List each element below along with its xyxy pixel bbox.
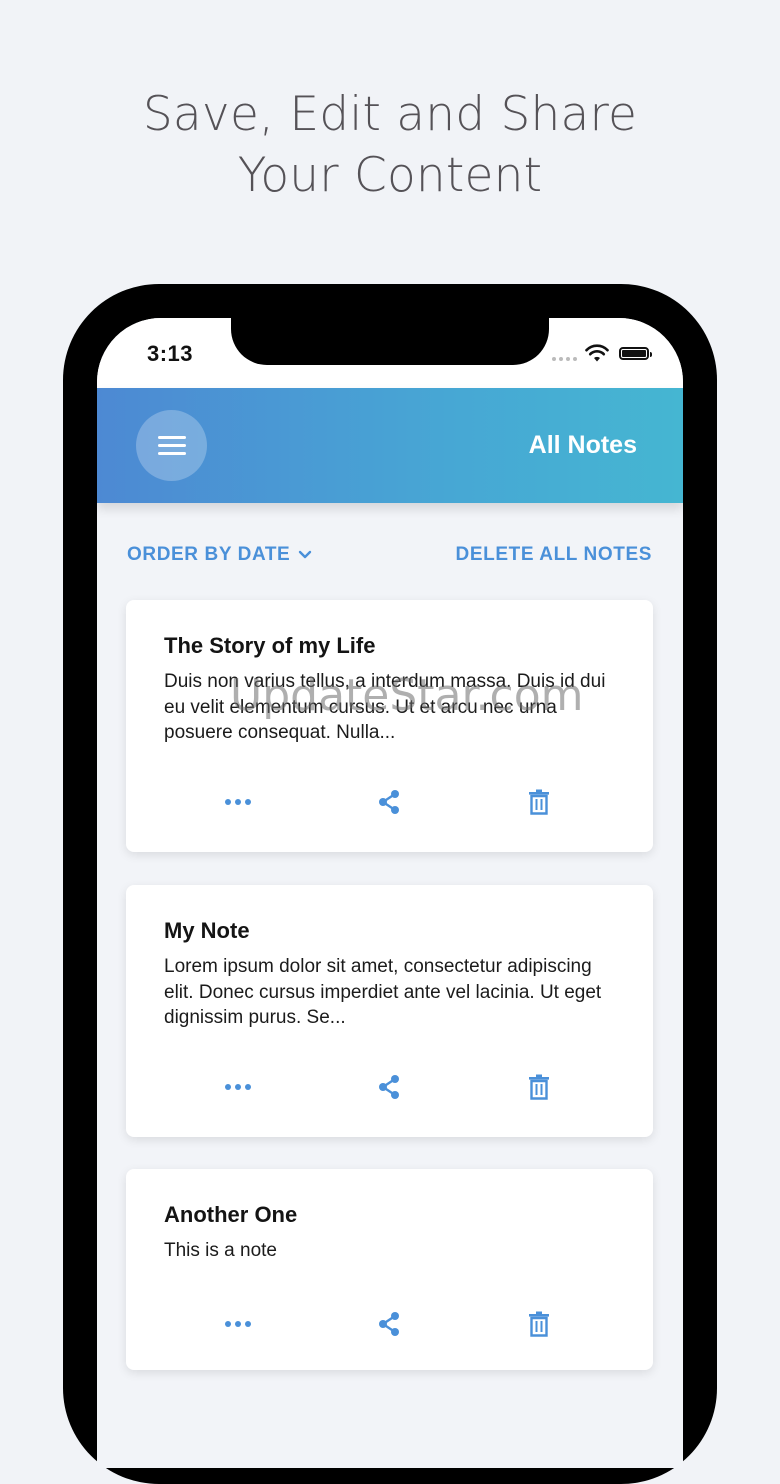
phone-screen: 3:13 All Notes ORDER BY DATE DELETE ALL …: [97, 318, 683, 1468]
share-icon: [379, 790, 399, 814]
status-time: 3:13: [147, 341, 194, 366]
note-actions: [126, 1072, 653, 1102]
share-button[interactable]: [374, 787, 404, 817]
cellular-signal-icon: [552, 357, 577, 361]
more-options-button[interactable]: [223, 1072, 253, 1102]
more-dots-icon: [225, 1321, 251, 1327]
headline: Save, Edit and Share Your Content: [0, 84, 780, 206]
more-options-button[interactable]: [223, 1309, 253, 1339]
note-preview: This is a note: [164, 1240, 277, 1261]
chevron-down-icon: [299, 550, 312, 559]
wifi-icon: [585, 344, 609, 362]
hamburger-menu-icon: [157, 435, 186, 456]
battery-icon: [619, 347, 652, 360]
note-actions: [126, 787, 653, 817]
note-preview: Duis non varius tellus, a interdum massa…: [164, 671, 606, 743]
delete-all-notes-button[interactable]: DELETE ALL NOTES: [456, 544, 652, 566]
note-title: The Story of my Life: [164, 633, 376, 658]
page-title: All Notes: [528, 431, 637, 459]
more-dots-icon: [225, 799, 251, 805]
order-by-label: ORDER BY DATE: [127, 544, 291, 565]
more-options-button[interactable]: [223, 787, 253, 817]
app-header: All Notes: [97, 388, 683, 503]
note-title: Another One: [164, 1202, 298, 1227]
delete-button[interactable]: [524, 787, 554, 817]
note-preview: Lorem ipsum dolor sit amet, consectetur …: [164, 956, 602, 1028]
headline-line-1: Save, Edit and Share: [142, 87, 638, 142]
menu-button[interactable]: [136, 410, 207, 481]
note-title: My Note: [164, 918, 250, 943]
note-card[interactable]: The Story of my Life Duis non varius tel…: [126, 600, 653, 852]
share-button[interactable]: [374, 1309, 404, 1339]
notch: [231, 318, 549, 365]
headline-line-2: Your Content: [237, 148, 543, 203]
delete-button[interactable]: [524, 1309, 554, 1339]
share-button[interactable]: [374, 1072, 404, 1102]
order-by-date-button[interactable]: ORDER BY DATE: [127, 544, 312, 566]
note-card[interactable]: My Note Lorem ipsum dolor sit amet, cons…: [126, 885, 653, 1137]
delete-button[interactable]: [524, 1072, 554, 1102]
trash-icon: [529, 1311, 549, 1337]
more-dots-icon: [225, 1084, 251, 1090]
note-actions: [126, 1309, 653, 1339]
trash-icon: [529, 789, 549, 815]
note-card[interactable]: Another One This is a note: [126, 1169, 653, 1370]
trash-icon: [529, 1074, 549, 1100]
share-icon: [379, 1312, 399, 1336]
share-icon: [379, 1075, 399, 1099]
